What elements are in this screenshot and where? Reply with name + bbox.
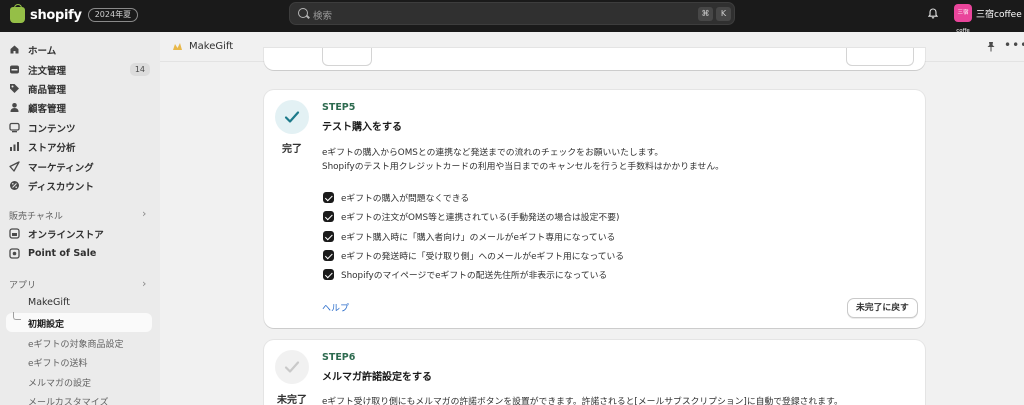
sidebar: ホーム 注文管理 14 商品管理 顧客管理 コンテンツ ストア分析 マーケティン… [0, 32, 160, 405]
step5-card: 完了 STEP5 テスト購入をする eギフトの購入からOMSとの連携など発送まで… [264, 90, 925, 328]
checklist-label: eギフトの購入が問題なくできる [341, 194, 470, 204]
checkbox[interactable] [323, 250, 334, 261]
home-icon [9, 44, 20, 55]
more-options-icon[interactable]: ••• [1004, 38, 1024, 52]
step-number: STEP6 [322, 352, 356, 363]
sidebar-item-discounts[interactable]: ディスカウント [0, 176, 160, 195]
status-circle [275, 350, 309, 384]
command-key: ⌘ [698, 7, 713, 21]
tree-connector [13, 312, 21, 320]
app-title: MakeGift [189, 41, 234, 52]
sidebar-item-label: ディスカウント [28, 181, 94, 193]
sidebar-item-label: 注文管理 [28, 65, 67, 77]
search-placeholder: 検索 [313, 11, 333, 22]
pin-icon[interactable] [986, 41, 996, 52]
mark-incomplete-button[interactable]: 未完了に戻す [847, 298, 918, 318]
sidebar-item-marketing[interactable]: マーケティング [0, 157, 160, 176]
sidebar-subitem-shipping[interactable]: eギフトの送料 [28, 356, 88, 369]
sidebar-subitem-mail-customize[interactable]: メールカスタマイズ [28, 395, 108, 405]
step-description-line: Shopifyのテスト用クレジットカードの利用や当日までのキャンセルを行うと手数… [322, 162, 724, 172]
step-description-line: eギフト受け取り側にもメルマガの許諾ボタンを設置ができます。許諾されると[メール… [322, 397, 843, 405]
content-icon [9, 122, 20, 133]
edition-badge: 2024年夏 [87, 8, 139, 22]
checklist-label: Shopifyのマイページでeギフトの配送先住所が非表示になっている [341, 271, 608, 281]
chevron-right-icon[interactable]: › [142, 207, 146, 220]
analytics-icon [9, 141, 20, 152]
checklist-item[interactable]: eギフト購入時に「購入者向け」のメールがeギフト専用になっている [323, 230, 615, 243]
sidebar-item-online-store[interactable]: オンラインストア [0, 224, 160, 243]
logo-text: shopify [30, 7, 82, 23]
makegift-app-icon [9, 297, 20, 308]
sidebar-item-makegift[interactable]: MakeGift [0, 293, 160, 312]
bell-icon[interactable] [928, 8, 938, 19]
sidebar-item-customers[interactable]: 顧客管理 [0, 98, 160, 117]
search-bar[interactable]: 検索 ⌘ K [289, 2, 735, 25]
person-icon [9, 102, 20, 113]
previous-help-button[interactable] [322, 48, 372, 66]
check-icon [284, 111, 300, 123]
step-number: STEP5 [322, 102, 356, 113]
help-link[interactable]: ヘルプ [322, 301, 349, 314]
apps-heading: アプリ [9, 281, 37, 291]
storefront-icon [9, 228, 20, 239]
sidebar-item-label: 顧客管理 [28, 103, 67, 115]
sidebar-subitem-newsletter[interactable]: メルマガの設定 [28, 376, 91, 389]
sidebar-item-label: オンラインストア [28, 229, 104, 241]
sidebar-item-pos[interactable]: Point of Sale [0, 244, 160, 263]
sidebar-subitem-target-products[interactable]: eギフトの対象商品設定 [28, 337, 124, 350]
sidebar-item-label: MakeGift [28, 297, 70, 308]
chevron-right-icon[interactable]: › [142, 277, 146, 290]
checklist-item[interactable]: eギフトの発送時に「受け取り側」へのメールがeギフト用になっている [323, 249, 624, 262]
orders-icon [9, 64, 20, 75]
status-circle [275, 100, 309, 134]
search-icon [298, 8, 308, 18]
sidebar-item-home[interactable]: ホーム [0, 40, 160, 59]
checklist-item[interactable]: Shopifyのマイページでeギフトの配送先住所が非表示になっている [323, 268, 607, 281]
step-title: テスト購入をする [322, 122, 402, 133]
makegift-logo-icon [172, 41, 183, 52]
step-description-line: eギフトの購入からOMSとの連携など発送までの流れのチェックをお願いいたします。 [322, 148, 664, 158]
sidebar-item-label: ストア分析 [28, 142, 76, 154]
sidebar-item-products[interactable]: 商品管理 [0, 79, 160, 98]
checkbox[interactable] [323, 231, 334, 242]
checklist-label: eギフト購入時に「購入者向け」のメールがeギフト専用になっている [341, 233, 616, 243]
previous-action-button[interactable] [846, 48, 914, 66]
status-label: 未完了 [277, 395, 307, 405]
checklist-label: eギフトの注文がOMS等と連携されている(手動発送の場合は設定不要) [341, 213, 620, 223]
checkbox[interactable] [323, 211, 334, 222]
check-icon [284, 361, 300, 373]
store-avatar[interactable]: 三宿coffe [954, 4, 972, 34]
sidebar-subitem-initial-settings[interactable]: 初期設定 [28, 317, 64, 330]
checkbox[interactable] [323, 192, 334, 203]
step-title: メルマガ許諾設定をする [322, 372, 432, 383]
tag-icon [9, 83, 20, 94]
checklist-label: eギフトの発送時に「受け取り側」へのメールがeギフト用になっている [341, 252, 625, 262]
sidebar-item-content[interactable]: コンテンツ [0, 118, 160, 137]
top-bar: shopify 2024年夏 検索 ⌘ K 三宿coffe 三宿coffee [0, 0, 1024, 34]
sidebar-item-label: コンテンツ [28, 123, 76, 135]
sidebar-item-label: 商品管理 [28, 84, 67, 96]
sidebar-item-orders[interactable]: 注文管理 14 [0, 60, 160, 79]
checkbox[interactable] [323, 269, 334, 280]
status-label: 完了 [282, 144, 302, 155]
store-name[interactable]: 三宿coffee [976, 7, 1022, 20]
marketing-icon [9, 161, 20, 172]
checklist-item[interactable]: eギフトの注文がOMS等と連携されている(手動発送の場合は設定不要) [323, 210, 619, 223]
shopify-logo[interactable]: shopify 2024年夏 [10, 4, 139, 23]
sidebar-item-label: ホーム [28, 45, 57, 57]
sales-channels-heading: 販売チャネル [9, 212, 63, 222]
step6-card: 未完了 STEP6 メルマガ許諾設定をする eギフト受け取り側にもメルマガの許諾… [264, 340, 925, 405]
sidebar-item-analytics[interactable]: ストア分析 [0, 137, 160, 156]
orders-count-badge: 14 [129, 63, 150, 76]
discount-icon [9, 180, 20, 191]
step4-card [264, 48, 925, 70]
k-key: K [716, 7, 731, 21]
sidebar-item-label: Point of Sale [28, 248, 97, 259]
sidebar-item-label: マーケティング [28, 162, 94, 174]
pos-icon [9, 248, 20, 259]
checklist-item[interactable]: eギフトの購入が問題なくできる [323, 191, 469, 204]
shopify-bag-icon [10, 4, 25, 23]
